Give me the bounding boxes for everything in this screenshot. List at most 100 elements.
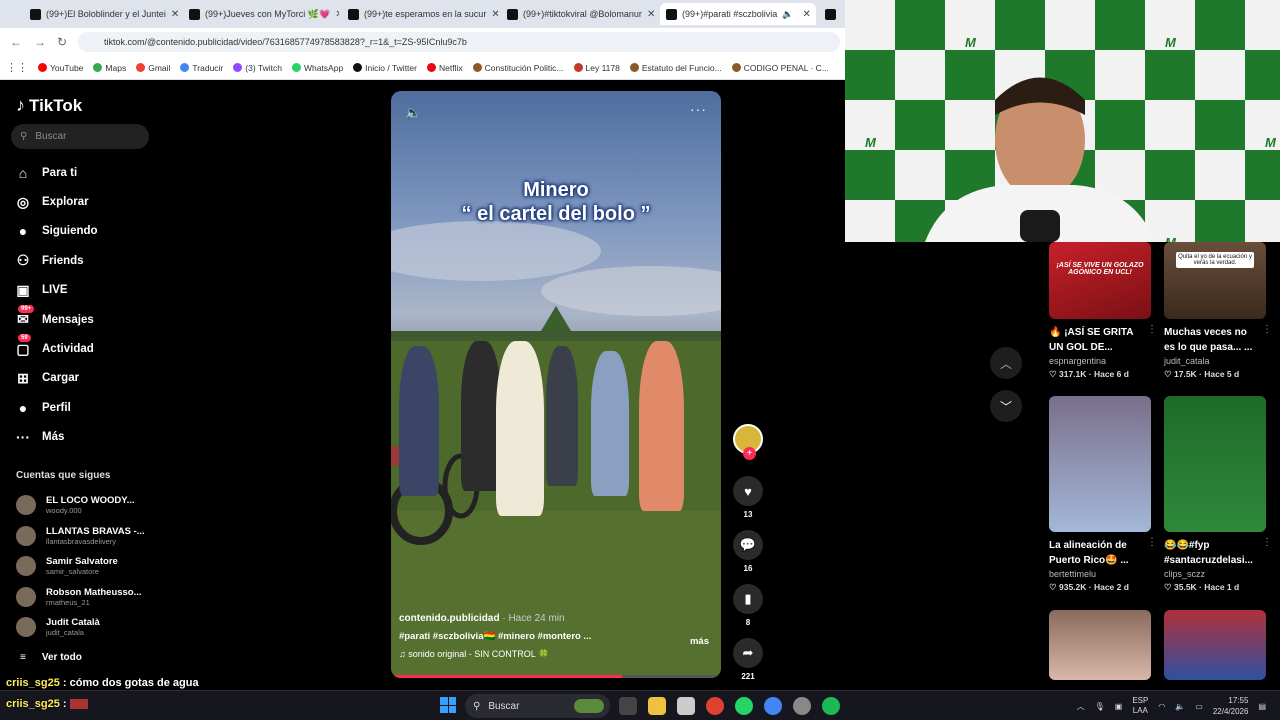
- video-thumbnail[interactable]: [1164, 396, 1266, 532]
- creator-avatar[interactable]: +: [733, 424, 763, 460]
- video-thumbnail[interactable]: ¡ASÍ SE VIVE UN GOLAZO AGÓNICO EN UCL!: [1049, 242, 1151, 319]
- clock[interactable]: 17:55 22/4/2026: [1213, 695, 1249, 717]
- card-user[interactable]: judit_catala: [1164, 356, 1266, 366]
- language-indicator[interactable]: ESP LAA: [1132, 696, 1148, 716]
- video-sound[interactable]: ♫ sonido original - SIN CONTROL 🍀: [399, 649, 715, 660]
- bookmark-item[interactable]: Traducir: [180, 63, 223, 73]
- card-more-icon[interactable]: ⋮: [1147, 324, 1157, 335]
- close-icon[interactable]: ✕: [491, 9, 498, 20]
- recommended-card[interactable]: ¡ASÍ SE VIVE UN GOLAZO AGÓNICO EN UCL! 🔥…: [1049, 242, 1157, 380]
- see-all-link[interactable]: ≡ Ver todo: [20, 652, 82, 663]
- bookmark-item[interactable]: Netflix: [426, 63, 463, 73]
- browser-tab[interactable]: [819, 3, 845, 25]
- bookmark-item[interactable]: Gmail: [136, 63, 170, 73]
- taskbar-search[interactable]: ⚲ Buscar: [465, 694, 610, 718]
- speaker-icon[interactable]: 🔈: [782, 9, 793, 20]
- search-input[interactable]: ⚲ Buscar: [11, 124, 149, 149]
- recommended-card[interactable]: 😂😂#fyp #santacruzdelasi... clips_sczz ♡ …: [1164, 396, 1272, 593]
- save-button[interactable]: ▮: [733, 584, 763, 614]
- bookmark-item[interactable]: (3) Twitch: [233, 63, 282, 73]
- bookmark-item[interactable]: Constitución Politic...: [472, 63, 564, 73]
- video-author[interactable]: contenido.publicidad: [399, 613, 500, 624]
- next-video-button[interactable]: ﹀: [990, 390, 1022, 422]
- sidebar-item-para-ti[interactable]: ⌂ Para ti: [14, 158, 98, 187]
- video-thumbnail[interactable]: [1049, 610, 1151, 680]
- card-user[interactable]: espnargentina: [1049, 356, 1151, 366]
- sidebar-item-siguiendo[interactable]: ● Siguiendo: [14, 217, 98, 246]
- recommended-card[interactable]: La alineación de Puerto Rico🤩 ... bertet…: [1049, 396, 1157, 593]
- browser-tab[interactable]: (99+)te esperamos en la sucur ✕: [342, 3, 498, 25]
- browser-tab-active[interactable]: (99+)#parati #sczbolivia 🔈 ✕: [660, 3, 816, 25]
- chrome-profile-icon[interactable]: [764, 697, 782, 715]
- like-button[interactable]: ♥: [733, 476, 763, 506]
- close-icon[interactable]: ✕: [803, 9, 811, 20]
- sidebar-item-perfil[interactable]: ● Perfil: [14, 393, 98, 422]
- more-description-button[interactable]: más: [690, 636, 709, 647]
- microphone-icon[interactable]: 🎙: [1095, 702, 1105, 711]
- recommended-card[interactable]: Quita el yo de la ecuación y verás la ve…: [1164, 242, 1272, 380]
- sidebar-item-más[interactable]: ··· Más: [14, 423, 98, 452]
- sidebar-item-friends[interactable]: ⚇ Friends: [14, 246, 98, 275]
- battery-icon[interactable]: ▭: [1195, 702, 1203, 711]
- bookmark-item[interactable]: WhatsApp: [291, 63, 343, 73]
- sidebar-item-cargar[interactable]: ⊞ Cargar: [14, 364, 98, 393]
- task-view-icon[interactable]: [619, 697, 637, 715]
- card-user[interactable]: bertettimelu: [1049, 569, 1151, 579]
- recommended-card[interactable]: [1164, 610, 1266, 680]
- forward-icon[interactable]: →: [34, 35, 46, 49]
- card-more-icon[interactable]: ⋮: [1147, 537, 1157, 548]
- volume-icon[interactable]: 🔈: [1175, 702, 1185, 711]
- file-explorer-icon[interactable]: [648, 697, 666, 715]
- wifi-icon[interactable]: ◠: [1158, 702, 1165, 711]
- store-icon[interactable]: [677, 697, 695, 715]
- browser-tab[interactable]: (99+)#tiktokviral @Bolomanur ✕: [501, 3, 657, 25]
- following-account[interactable]: Samir Salvatore samir_salvatore: [16, 551, 145, 582]
- tray-app-icon[interactable]: ▣: [1115, 702, 1123, 711]
- close-icon[interactable]: ✕: [647, 9, 655, 20]
- following-account[interactable]: Judit Català judit_catala: [16, 612, 145, 643]
- card-more-icon[interactable]: ⋮: [1262, 537, 1272, 548]
- bookmark-item[interactable]: Ley 1178: [573, 63, 620, 73]
- following-account[interactable]: Robson Matheusso... rmatheus_21: [16, 582, 145, 613]
- close-icon[interactable]: ✕: [335, 9, 339, 20]
- comment-button[interactable]: 💬: [733, 530, 763, 560]
- reload-icon[interactable]: ↻: [57, 35, 67, 49]
- follow-plus-icon[interactable]: +: [743, 447, 756, 460]
- volume-icon[interactable]: 🔈: [405, 105, 421, 121]
- url-bar[interactable]: tiktok.com/@contenido.publicidad/video/7…: [78, 32, 840, 52]
- bookmark-item[interactable]: Estatuto del Funcio...: [629, 63, 722, 73]
- card-user[interactable]: clips_sczz: [1164, 569, 1266, 579]
- share-button[interactable]: ➦: [733, 638, 763, 668]
- video-player[interactable]: Minero “ el cartel del bolo ” 🔈 ··· cont…: [391, 91, 721, 678]
- bookmark-item[interactable]: Maps: [93, 63, 126, 73]
- bookmark-item[interactable]: YouTube: [38, 63, 83, 73]
- tiktok-logo[interactable]: ♪ TikTok: [16, 95, 82, 116]
- following-account[interactable]: LLANTAS BRAVAS -... llantasbravasdelivery: [16, 521, 145, 552]
- sidebar-item-explorar[interactable]: ◎ Explorar: [14, 187, 98, 216]
- chevron-up-icon[interactable]: ︿: [1077, 701, 1085, 712]
- video-thumbnail[interactable]: [1164, 610, 1266, 680]
- card-more-icon[interactable]: ⋮: [1262, 324, 1272, 335]
- browser-tab[interactable]: (99+)El Boloblinder y el Juntei ✕: [24, 3, 180, 25]
- recommended-card[interactable]: [1049, 610, 1151, 680]
- apps-icon[interactable]: ⋮⋮: [6, 61, 28, 74]
- video-thumbnail[interactable]: [1049, 396, 1151, 532]
- bookmark-item[interactable]: Inicio / Twitter: [353, 63, 417, 73]
- sidebar-item-live[interactable]: ▣ LIVE: [14, 276, 98, 305]
- sidebar-item-actividad[interactable]: ▢ 59 Actividad: [14, 334, 98, 363]
- more-options-icon[interactable]: ···: [690, 101, 707, 117]
- previous-video-button[interactable]: ︿: [990, 347, 1022, 379]
- bookmark-item[interactable]: CODIGO PENAL · C...: [731, 63, 829, 73]
- spotify-icon[interactable]: [822, 697, 840, 715]
- video-thumbnail[interactable]: Quita el yo de la ecuación y verás la ve…: [1164, 242, 1266, 319]
- progress-bar[interactable]: [391, 675, 721, 678]
- sidebar-item-mensajes[interactable]: ✉ 99+ Mensajes: [14, 304, 98, 334]
- browser-tab[interactable]: (99+)Jueves con MyTorci 🌿💗✕: [183, 3, 339, 25]
- back-icon[interactable]: ←: [10, 35, 22, 49]
- whatsapp-icon[interactable]: [735, 697, 753, 715]
- windows-start-icon[interactable]: [440, 697, 456, 713]
- settings-icon[interactable]: [793, 697, 811, 715]
- notification-icon[interactable]: ▤: [1258, 702, 1266, 711]
- chrome-icon[interactable]: [706, 697, 724, 715]
- close-icon[interactable]: ✕: [171, 9, 179, 20]
